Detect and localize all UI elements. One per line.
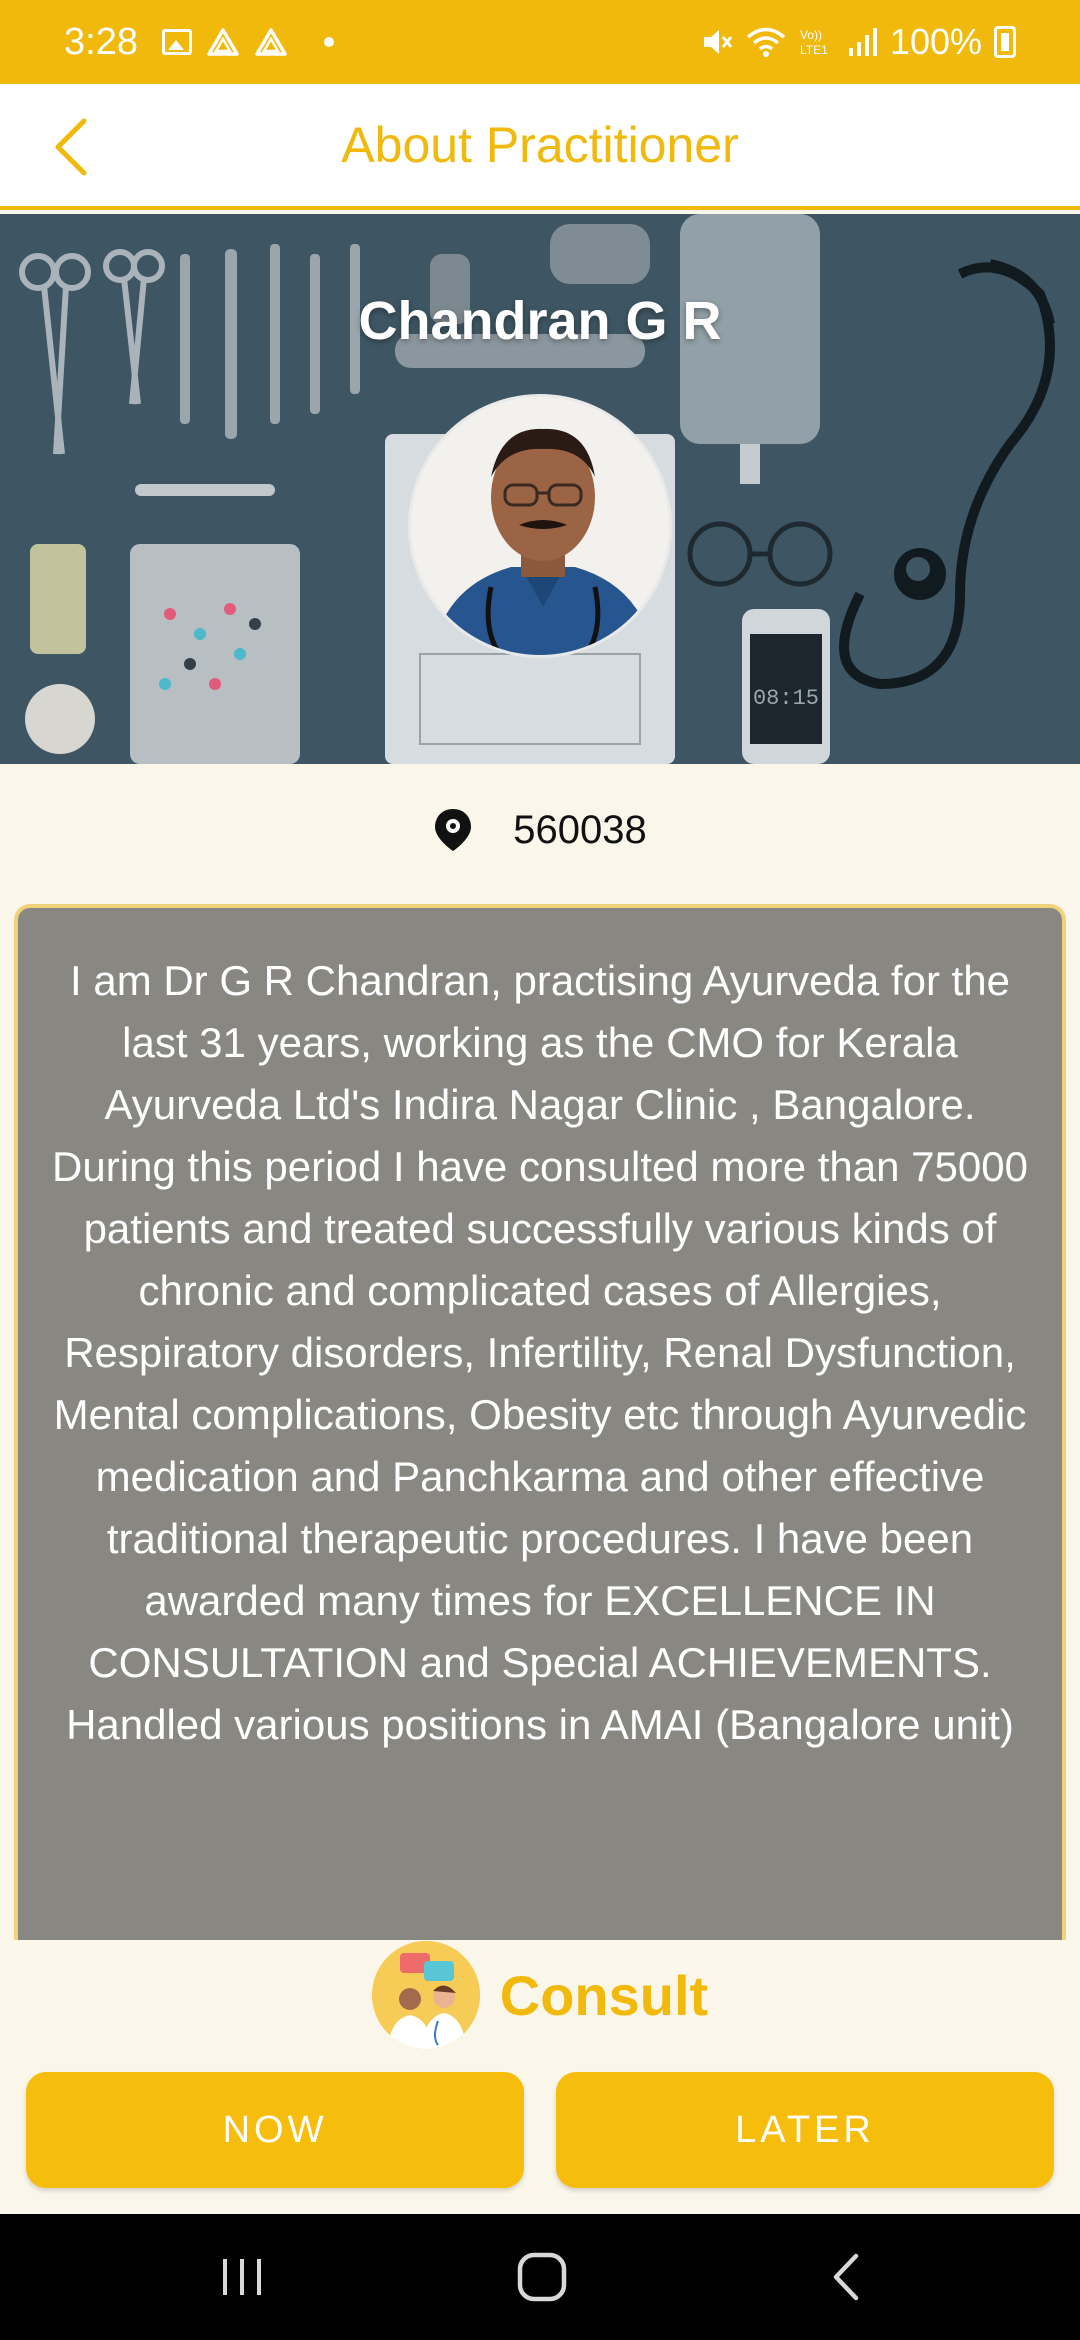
location-row: 560038: [0, 790, 1080, 870]
drive-icon-2: [255, 28, 287, 56]
recents-icon: [223, 2259, 261, 2295]
back-button[interactable]: [40, 114, 100, 180]
notification-dot-icon: [323, 37, 334, 47]
consult-row: Consult: [0, 1940, 1080, 2050]
page-title: About Practitioner: [341, 117, 739, 173]
consult-label: Consult: [499, 1963, 709, 2027]
status-right: Vo)) LTE1 100%: [700, 21, 1016, 63]
wifi-icon: [746, 27, 786, 57]
status-time: 3:28: [64, 20, 138, 63]
nav-back-button[interactable]: [806, 2244, 886, 2310]
practitioner-photo: [411, 397, 669, 655]
nav-recents-button[interactable]: [202, 2244, 282, 2310]
mute-icon: [703, 30, 733, 54]
location-pin-icon: [435, 809, 472, 851]
svg-text:08:15: 08:15: [753, 686, 819, 711]
status-left: 3:28: [64, 21, 334, 64]
home-icon: [517, 2252, 567, 2302]
battery-percent: 100%: [889, 21, 982, 62]
practitioner-name: Chandran G R: [358, 291, 722, 351]
svg-text:Vo)): Vo)): [800, 28, 822, 42]
system-nav-bar: [0, 2214, 1080, 2340]
signal-icon: [848, 28, 877, 56]
back-icon: [833, 2253, 859, 2301]
nav-home-button[interactable]: [502, 2244, 582, 2310]
chevron-left-icon: [55, 118, 87, 176]
bio-card[interactable]: I am Dr G R Chandran, practising Ayurved…: [14, 904, 1066, 1940]
doctors-chat-icon: [371, 1941, 480, 2049]
volte-icon: Vo)) LTE1: [800, 28, 828, 57]
pincode: 560038: [513, 807, 647, 852]
consult-later-button[interactable]: LATER: [556, 2072, 1054, 2188]
app-header: About Practitioner: [0, 84, 1080, 210]
battery-icon: [994, 26, 1016, 58]
practitioner-avatar: [408, 394, 672, 658]
practitioner-bio: I am Dr G R Chandran, practising Ayurved…: [52, 957, 1028, 1748]
svg-text:LTE1: LTE1: [800, 43, 828, 57]
hero-banner: 08:15 Chandran G R: [0, 214, 1080, 764]
consult-now-button[interactable]: NOW: [26, 2072, 524, 2188]
status-bar: 3:28 Vo)) LTE1 100%: [0, 0, 1080, 84]
drive-icon: [207, 28, 239, 56]
gallery-icon: [161, 29, 192, 55]
